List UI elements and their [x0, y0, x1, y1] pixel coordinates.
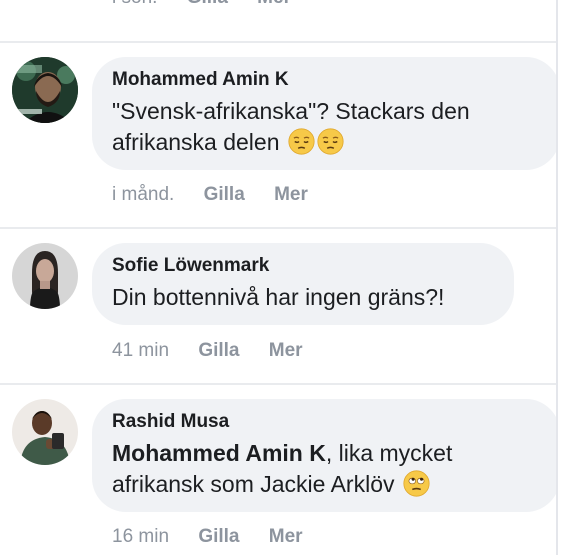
pensive-face-icon: [288, 128, 315, 155]
comment-item: Mohammed Amin K "Svensk-afrikanska"? Sta…: [0, 43, 558, 227]
like-button[interactable]: Gilla: [204, 184, 245, 205]
comment-time[interactable]: 16 min: [112, 526, 169, 547]
comment-actions: i månd. Gilla Mer: [112, 183, 308, 207]
comment-author[interactable]: Mohammed Amin K: [112, 68, 540, 92]
more-button[interactable]: Mer: [257, 0, 291, 8]
comment-text: Din bottennivå har ingen gräns?!: [112, 284, 445, 310]
comment-bubble: Rashid Musa Mohammed Amin K, lika mycket…: [92, 399, 558, 512]
eye-roll-face-icon: [403, 470, 430, 497]
avatar-image: [12, 243, 78, 309]
more-button[interactable]: Mer: [274, 184, 308, 205]
avatar[interactable]: [12, 243, 78, 309]
avatar[interactable]: [12, 399, 78, 465]
avatar-image: [12, 399, 78, 465]
like-button[interactable]: Gilla: [198, 340, 239, 361]
comment-time: i son.: [112, 0, 157, 8]
panel-border: [556, 0, 558, 555]
previous-comment-actions: i son. Gilla Mer: [112, 0, 291, 10]
comment-text: "Svensk-afrikanska"? Stackars den afrika…: [112, 96, 540, 158]
comment-author[interactable]: Rashid Musa: [112, 410, 540, 434]
comment-time[interactable]: 41 min: [112, 340, 169, 361]
more-button[interactable]: Mer: [269, 340, 303, 361]
more-button[interactable]: Mer: [269, 526, 303, 547]
comment-actions: 41 min Gilla Mer: [112, 339, 303, 363]
comment-bubble: Mohammed Amin K "Svensk-afrikanska"? Sta…: [92, 57, 558, 170]
comment-text: Mohammed Amin K, lika mycket afrikansk s…: [112, 438, 540, 500]
comment-time[interactable]: i månd.: [112, 184, 174, 205]
avatar-image: [12, 57, 78, 123]
comment-author[interactable]: Sofie Löwenmark: [112, 254, 494, 278]
comment-feed: i son. Gilla Mer Mohammed Amin K "Sven: [0, 0, 558, 555]
comment-actions: 16 min Gilla Mer: [112, 525, 303, 549]
comment-bubble: Sofie Löwenmark Din bottennivå har ingen…: [92, 243, 514, 325]
pensive-face-icon: [317, 128, 344, 155]
comment-item: Sofie Löwenmark Din bottennivå har ingen…: [0, 229, 556, 383]
comment-item: Rashid Musa Mohammed Amin K, lika mycket…: [0, 385, 558, 555]
avatar[interactable]: [12, 57, 78, 123]
mention-link[interactable]: Mohammed Amin K: [112, 440, 326, 466]
like-button[interactable]: Gilla: [187, 0, 228, 8]
like-button[interactable]: Gilla: [198, 526, 239, 547]
